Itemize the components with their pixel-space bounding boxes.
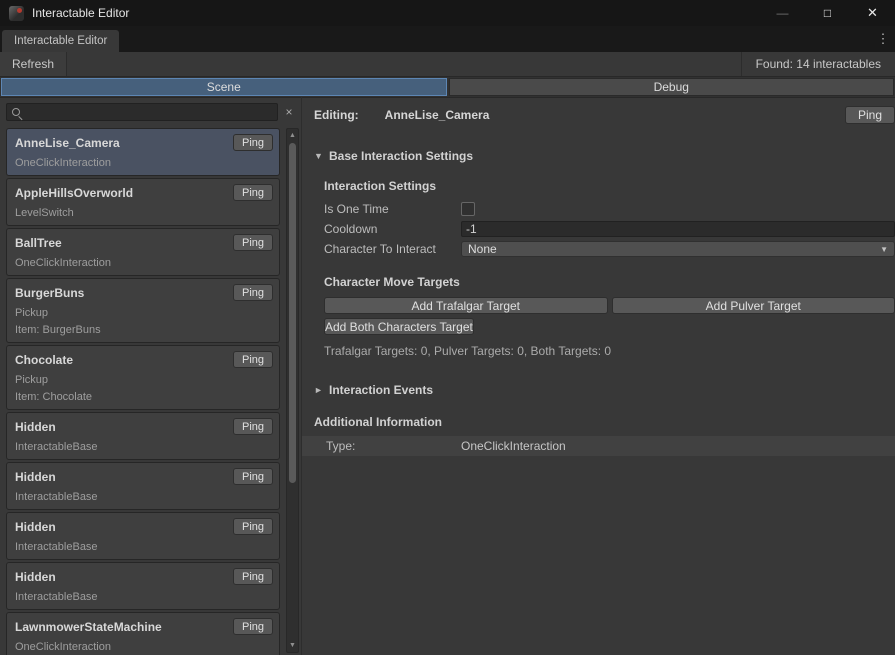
list-item[interactable]: Hidden Ping InteractableBase (6, 512, 280, 560)
list-item[interactable]: AppleHillsOverworld Ping LevelSwitch (6, 178, 280, 226)
list-item[interactable]: LawnmowerStateMachine Ping OneClickInter… (6, 612, 280, 655)
chevron-down-icon: ▼ (314, 151, 323, 161)
list-item-subtitle: Item: BurgerBuns (15, 324, 271, 336)
tab-scene[interactable]: Scene (1, 78, 447, 96)
list-item-subtitle: OneClickInteraction (15, 641, 271, 653)
list-item-lines: OneClickInteraction (15, 257, 271, 269)
list-item-lines: OneClickInteraction (15, 641, 271, 653)
dropdown-value: None (468, 242, 497, 256)
is-one-time-label: Is One Time (324, 202, 461, 216)
scroll-up-icon[interactable]: ▲ (287, 129, 298, 142)
scene-list-panel: × AnneLise_Camera Ping OneClickInteracti… (0, 97, 302, 655)
toolbar: Refresh Found: 14 interactables (0, 52, 895, 77)
chevron-right-icon: ► (314, 385, 323, 395)
inspector-ping-button[interactable]: Ping (845, 106, 895, 124)
editing-value: AnneLise_Camera (385, 108, 490, 122)
search-input[interactable] (25, 104, 275, 120)
scrollbar[interactable]: ▲ ▼ (286, 128, 299, 653)
list-item-lines: InteractableBase (15, 441, 271, 453)
list-item-lines: OneClickInteraction (15, 157, 271, 169)
cooldown-label: Cooldown (324, 222, 461, 236)
inspector-panel: Editing: AnneLise_Camera Ping ▼ Base Int… (302, 97, 895, 655)
additional-information-header: Additional Information (314, 415, 895, 429)
app-icon (9, 6, 24, 21)
list-item-subtitle: LevelSwitch (15, 207, 271, 219)
list-item[interactable]: Chocolate Ping PickupItem: Chocolate (6, 345, 280, 410)
maximize-button[interactable]: □ (805, 0, 850, 26)
list-item-subtitle: OneClickInteraction (15, 257, 271, 269)
foldout-base-interaction-settings[interactable]: ▼ Base Interaction Settings (314, 149, 895, 163)
ping-button[interactable]: Ping (233, 468, 273, 485)
type-row: Type: OneClickInteraction (302, 436, 895, 456)
list-item-lines: Pickup Item: Chocolate (15, 374, 271, 403)
list-item-subtitle: InteractableBase (15, 441, 271, 453)
list-item-subtitle: Pickup (15, 307, 271, 319)
ping-button[interactable]: Ping (233, 518, 273, 535)
tab-debug[interactable]: Debug (449, 78, 895, 96)
list-item-lines: InteractableBase (15, 541, 271, 553)
close-button[interactable]: ✕ (850, 0, 895, 26)
list-item-subtitle: Pickup (15, 374, 271, 386)
type-value: OneClickInteraction (461, 439, 566, 453)
foldout-events-label: Interaction Events (329, 383, 433, 397)
window-title: Interactable Editor (32, 6, 129, 20)
list-item-subtitle: InteractableBase (15, 491, 271, 503)
list-item-subtitle: OneClickInteraction (15, 157, 271, 169)
scroll-thumb[interactable] (289, 143, 296, 483)
list-item[interactable]: BallTree Ping OneClickInteraction (6, 228, 280, 276)
character-to-interact-dropdown[interactable]: None ▼ (461, 241, 895, 257)
list-item[interactable]: Hidden Ping InteractableBase (6, 462, 280, 510)
list-item-lines: Pickup Item: BurgerBuns (15, 307, 271, 336)
refresh-button[interactable]: Refresh (0, 52, 67, 76)
list-item-subtitle: InteractableBase (15, 541, 271, 553)
list-item-lines: InteractableBase (15, 491, 271, 503)
cooldown-input[interactable] (461, 221, 895, 237)
ping-button[interactable]: Ping (233, 234, 273, 251)
chevron-down-icon: ▼ (880, 245, 888, 254)
foldout-base-label: Base Interaction Settings (329, 149, 473, 163)
tab-interactable-editor[interactable]: Interactable Editor (2, 30, 119, 52)
editor-tab-strip: Interactable Editor ⋮ (0, 26, 895, 52)
ping-button[interactable]: Ping (233, 618, 273, 635)
add-trafalgar-target-button[interactable]: Add Trafalgar Target (324, 297, 608, 314)
ping-button[interactable]: Ping (233, 351, 273, 368)
minimize-button[interactable]: — (760, 0, 805, 26)
found-count-label: Found: 14 interactables (741, 52, 895, 76)
list-item-subtitle: Item: Chocolate (15, 391, 271, 403)
list-item-subtitle: InteractableBase (15, 591, 271, 603)
title-bar: Interactable Editor — □ ✕ (0, 0, 895, 26)
list-item-lines: LevelSwitch (15, 207, 271, 219)
list-item[interactable]: BurgerBuns Ping PickupItem: BurgerBuns (6, 278, 280, 343)
foldout-interaction-events[interactable]: ► Interaction Events (314, 383, 895, 397)
clear-search-button[interactable]: × (281, 105, 297, 119)
type-label: Type: (326, 439, 461, 453)
is-one-time-checkbox[interactable] (461, 202, 475, 216)
add-pulver-target-button[interactable]: Add Pulver Target (612, 297, 895, 314)
list-item[interactable]: AnneLise_Camera Ping OneClickInteraction (6, 128, 280, 176)
search-icon (12, 108, 20, 116)
interaction-settings-header: Interaction Settings (324, 179, 895, 193)
interactable-list: AnneLise_Camera Ping OneClickInteraction… (0, 128, 301, 655)
ping-button[interactable]: Ping (233, 418, 273, 435)
list-item[interactable]: Hidden Ping InteractableBase (6, 412, 280, 460)
ping-button[interactable]: Ping (233, 134, 273, 151)
list-item[interactable]: Hidden Ping InteractableBase (6, 562, 280, 610)
ping-button[interactable]: Ping (233, 568, 273, 585)
view-tabs: Scene Debug (0, 77, 895, 98)
targets-summary: Trafalgar Targets: 0, Pulver Targets: 0,… (324, 344, 895, 358)
interactable-editor-window: Interactable Editor — □ ✕ Interactable E… (0, 0, 895, 655)
add-both-characters-target-button[interactable]: Add Both Characters Target (324, 318, 474, 335)
scroll-down-icon[interactable]: ▼ (287, 639, 298, 652)
list-item-lines: InteractableBase (15, 591, 271, 603)
search-box (6, 103, 278, 121)
kebab-menu-icon[interactable]: ⋮ (875, 26, 891, 52)
editing-label: Editing: (314, 108, 359, 122)
ping-button[interactable]: Ping (233, 184, 273, 201)
character-to-interact-label: Character To Interact (324, 242, 461, 256)
character-move-targets-header: Character Move Targets (324, 275, 895, 289)
ping-button[interactable]: Ping (233, 284, 273, 301)
